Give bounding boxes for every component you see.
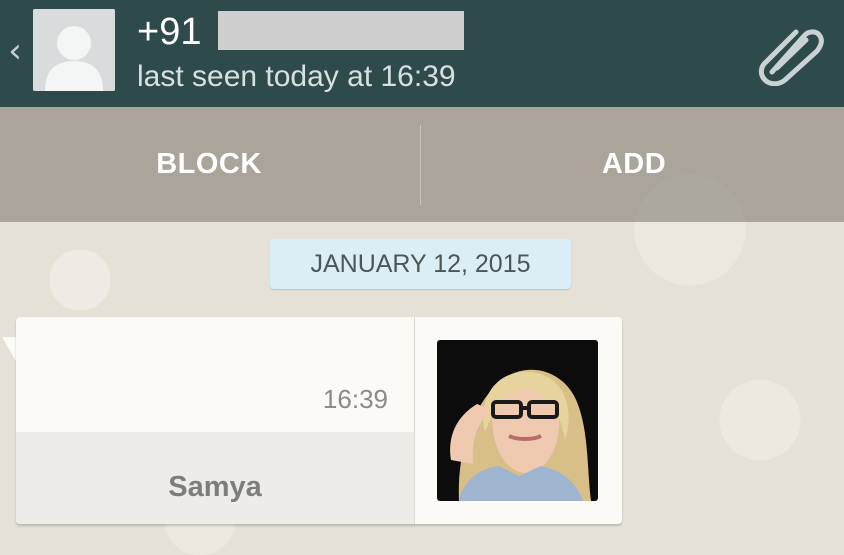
- contact-photo[interactable]: [437, 340, 598, 501]
- contact-number[interactable]: +91: [137, 8, 201, 56]
- contact-card-message[interactable]: 16:39 Samya: [16, 317, 622, 524]
- paperclip-icon[interactable]: [752, 18, 824, 87]
- chevron-left-icon[interactable]: ‹: [4, 28, 26, 74]
- default-avatar-icon: [33, 9, 115, 91]
- app-bar: ‹ +91 last seen today at 16:39: [0, 0, 844, 107]
- action-divider: [420, 125, 421, 205]
- block-button[interactable]: BLOCK: [0, 107, 418, 222]
- bubble-divider: [414, 317, 415, 524]
- contact-action-bar: BLOCK ADD: [0, 107, 844, 222]
- contact-avatar[interactable]: [33, 9, 115, 91]
- add-contact-button[interactable]: ADD: [424, 107, 844, 222]
- portrait-image: [437, 340, 598, 501]
- redacted-number-bar: [218, 11, 464, 50]
- last-seen-status: last seen today at 16:39: [137, 60, 456, 93]
- message-timestamp: 16:39: [322, 384, 388, 414]
- shared-contact-name[interactable]: Samya: [16, 467, 414, 507]
- date-separator: JANUARY 12, 2015: [270, 239, 571, 289]
